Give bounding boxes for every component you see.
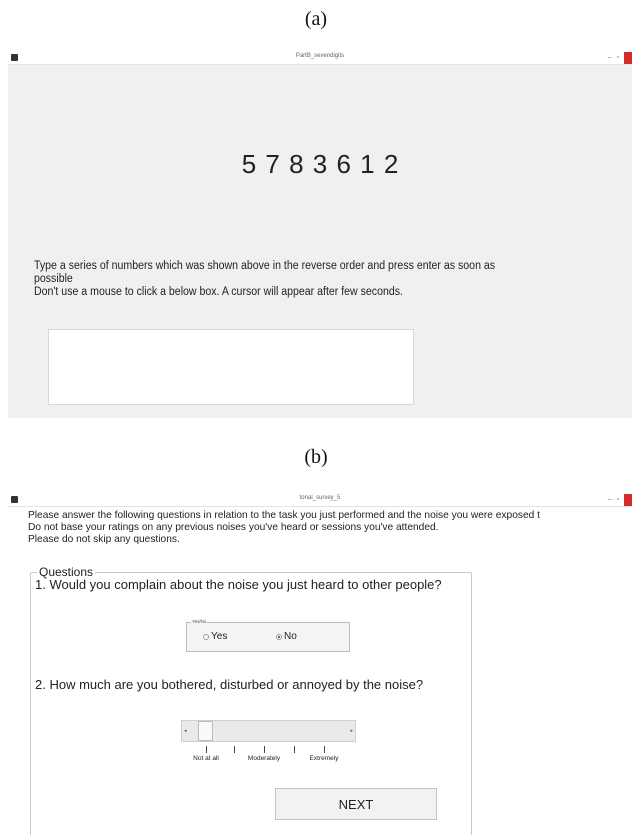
- figure-label-b: (b): [304, 446, 328, 468]
- arrow-right-icon[interactable]: ▸: [350, 728, 353, 734]
- slider-thumb[interactable]: [198, 721, 213, 741]
- window-seven-digits: PartB_sevendigits – ▫ 5 7 8 3 6 1 2 Type…: [8, 52, 632, 418]
- questions-group: Questions 1. Would you complain about th…: [30, 565, 472, 835]
- window-tonal-survey: tonal_survey_5 – ▫ Please answer the fol…: [8, 494, 632, 835]
- maximize-icon[interactable]: ▫: [617, 52, 619, 64]
- window-title: PartB_sevendigits: [295, 53, 345, 59]
- next-button[interactable]: NEXT: [275, 788, 437, 820]
- option-yes[interactable]: Yes: [203, 631, 227, 642]
- minimize-icon[interactable]: –: [608, 494, 612, 506]
- radio-group-label: Yes/No: [191, 619, 208, 624]
- slider-tick: [234, 746, 235, 753]
- maximize-icon[interactable]: ▫: [617, 494, 619, 506]
- title-bar: PartB_sevendigits – ▫: [8, 52, 632, 65]
- question-1: 1. Would you complain about the noise yo…: [35, 577, 442, 592]
- instruction-line-1: Type a series of numbers which was shown…: [34, 260, 496, 272]
- intro-line-3: Please do not skip any questions.: [28, 534, 180, 545]
- close-icon[interactable]: [624, 52, 632, 64]
- intro-line-2: Do not base your ratings on any previous…: [28, 522, 439, 533]
- title-bar: tonal_survey_5 – ▫: [8, 494, 632, 507]
- yes-no-radio-group: Yes/No Yes No: [186, 619, 350, 652]
- option-no-label: No: [284, 631, 297, 642]
- radio-yes-icon[interactable]: [203, 633, 209, 640]
- radio-no-icon[interactable]: [276, 633, 282, 640]
- instructions: Type a series of numbers which was shown…: [34, 260, 512, 299]
- arrow-left-icon[interactable]: ◂: [184, 728, 187, 734]
- slider-label-extremely: Extremely: [309, 755, 339, 762]
- slider-label-not-at-all: Not at all: [193, 755, 219, 762]
- annoyance-slider[interactable]: ◂ ▸: [181, 720, 356, 742]
- instruction-line-2: possible: [34, 273, 73, 285]
- slider-tick: [264, 746, 265, 753]
- digit-sequence: 5 7 8 3 6 1 2: [241, 149, 399, 179]
- figure-label-a: (a): [304, 8, 328, 30]
- option-no[interactable]: No: [276, 631, 297, 642]
- slider-label-moderately: Moderately: [247, 755, 281, 762]
- slider-tick: [294, 746, 295, 753]
- intro-line-1: Please answer the following questions in…: [28, 510, 540, 521]
- answer-input[interactable]: [48, 329, 414, 405]
- survey-intro: Please answer the following questions in…: [28, 510, 632, 546]
- instruction-line-3: Don't use a mouse to click a below box. …: [34, 286, 403, 298]
- slider-tick: [206, 746, 207, 753]
- window-title: tonal_survey_5: [299, 495, 341, 501]
- minimize-icon[interactable]: –: [608, 52, 612, 64]
- slider-tick: [324, 746, 325, 753]
- close-icon[interactable]: [624, 494, 632, 506]
- option-yes-label: Yes: [211, 631, 228, 642]
- question-2: 2. How much are you bothered, disturbed …: [35, 677, 424, 692]
